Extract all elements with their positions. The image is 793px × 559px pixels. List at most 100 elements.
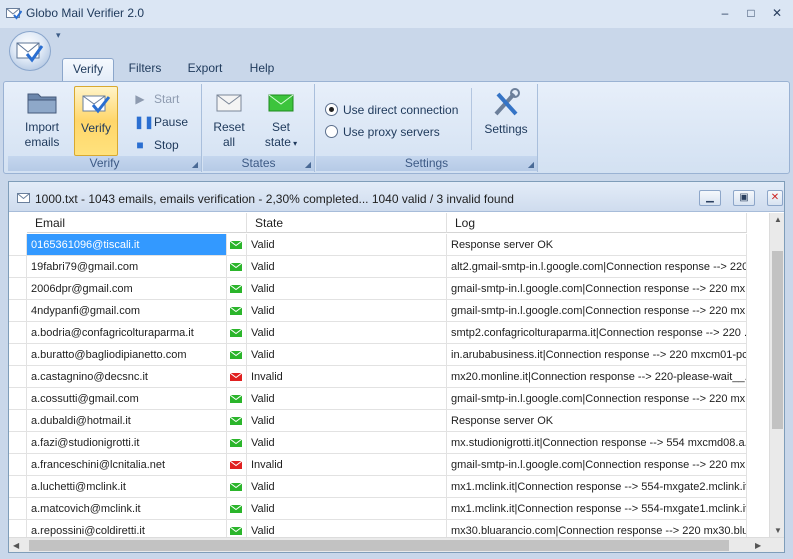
row-header[interactable]	[9, 300, 27, 322]
minimize-button[interactable]: –	[712, 4, 738, 22]
table-row[interactable]: a.matcovich@mclink.it Valid mx1.mclink.it|…	[9, 498, 769, 520]
email-cell[interactable]: a.franceschini@lcnitalia.net	[27, 454, 227, 476]
row-header[interactable]	[9, 476, 27, 498]
email-cell[interactable]: a.luchetti@mclink.it	[27, 476, 227, 498]
horizontal-scroll-thumb[interactable]	[29, 540, 729, 551]
column-header-email[interactable]: Email	[27, 213, 247, 233]
row-header[interactable]	[9, 388, 27, 410]
doc-restore-button[interactable]: ▣	[733, 190, 755, 206]
email-cell[interactable]: 2006dpr@gmail.com	[27, 278, 227, 300]
dialog-launcher-icon[interactable]: ◢	[192, 160, 198, 169]
email-cell[interactable]: 0165361096@tiscali.it	[27, 234, 227, 256]
row-header[interactable]	[9, 322, 27, 344]
state-cell[interactable]: Valid	[247, 322, 447, 344]
row-header[interactable]	[9, 344, 27, 366]
state-cell[interactable]: Valid	[247, 344, 447, 366]
state-cell[interactable]: Valid	[247, 410, 447, 432]
tab-verify[interactable]: Verify	[62, 58, 114, 82]
quick-access-dropdown-icon[interactable]: ▾	[56, 30, 61, 41]
settings-button[interactable]: Settings	[478, 86, 534, 156]
email-cell[interactable]: a.fazi@studionigrotti.it	[27, 432, 227, 454]
email-cell[interactable]: a.matcovich@mclink.it	[27, 498, 227, 520]
vertical-scroll-thumb[interactable]	[772, 251, 783, 429]
state-cell[interactable]: Valid	[247, 432, 447, 454]
log-cell[interactable]: Response server OK	[447, 410, 747, 432]
state-cell[interactable]: Valid	[247, 476, 447, 498]
use-direct-connection-radio[interactable]: Use direct connection	[325, 101, 458, 119]
application-menu-button[interactable]	[9, 31, 51, 71]
email-cell[interactable]: 4ndypanfi@gmail.com	[27, 300, 227, 322]
table-row[interactable]: 4ndypanfi@gmail.com Valid gmail-smtp-in.l.…	[9, 300, 769, 322]
log-cell[interactable]: mx.studionigrotti.it|Connection response…	[447, 432, 747, 454]
set-state-button[interactable]: Set state ▾	[259, 86, 303, 156]
state-cell[interactable]: Invalid	[247, 366, 447, 388]
table-row[interactable]: a.bodria@confagricolturaparma.it Valid smt…	[9, 322, 769, 344]
state-cell[interactable]: Valid	[247, 388, 447, 410]
scroll-right-icon[interactable]: ▶	[755, 541, 761, 550]
email-cell[interactable]: a.bodria@confagricolturaparma.it	[27, 322, 227, 344]
start-button[interactable]: ▶ Start	[134, 90, 179, 108]
vertical-scrollbar[interactable]: ▲ ▼	[769, 213, 784, 537]
row-header[interactable]	[9, 366, 27, 388]
log-cell[interactable]: in.arubabusiness.it|Connection response …	[447, 344, 747, 366]
table-row[interactable]: a.buratto@bagliodipianetto.com Valid in.ar…	[9, 344, 769, 366]
email-cell[interactable]: a.castagnino@decsnc.it	[27, 366, 227, 388]
table-row[interactable]: 2006dpr@gmail.com Valid gmail-smtp-in.l.go…	[9, 278, 769, 300]
table-row[interactable]: 0165361096@tiscali.it Valid Response serve…	[9, 234, 769, 256]
row-header[interactable]	[9, 410, 27, 432]
import-emails-button[interactable]: Import emails	[16, 86, 68, 156]
dialog-launcher-icon[interactable]: ◢	[305, 160, 311, 169]
stop-button[interactable]: ■ Stop	[134, 136, 178, 154]
log-cell[interactable]: Response server OK	[447, 234, 747, 256]
scroll-down-icon[interactable]: ▼	[774, 526, 782, 535]
log-cell[interactable]: smtp2.confagricolturaparma.it|Connection…	[447, 322, 747, 344]
scroll-left-icon[interactable]: ◀	[13, 541, 19, 550]
email-cell[interactable]: a.cossutti@gmail.com	[27, 388, 227, 410]
row-header[interactable]	[9, 278, 27, 300]
row-header[interactable]	[9, 498, 27, 520]
log-cell[interactable]: gmail-smtp-in.l.google.com|Connection re…	[447, 278, 747, 300]
row-header[interactable]	[9, 454, 27, 476]
table-row[interactable]: a.cossutti@gmail.com Valid gmail-smtp-in.l…	[9, 388, 769, 410]
horizontal-scrollbar[interactable]: ◀ ▶	[9, 537, 784, 552]
tab-export[interactable]: Export	[181, 58, 229, 82]
state-cell[interactable]: Valid	[247, 278, 447, 300]
column-header-state[interactable]: State	[247, 213, 447, 233]
log-cell[interactable]: mx1.mclink.it|Connection response --> 55…	[447, 476, 747, 498]
table-row[interactable]: a.dubaldi@hotmail.it Valid Response server…	[9, 410, 769, 432]
table-row[interactable]: a.franceschini@lcnitalia.net Invalid gmail…	[9, 454, 769, 476]
log-cell[interactable]: gmail-smtp-in.l.google.com|Connection re…	[447, 300, 747, 322]
email-cell[interactable]: a.dubaldi@hotmail.it	[27, 410, 227, 432]
pause-button[interactable]: ❚❚Pause	[134, 113, 188, 131]
doc-close-button[interactable]: ✕	[767, 190, 783, 206]
dialog-launcher-icon[interactable]: ◢	[528, 160, 534, 169]
verify-button[interactable]: Verify	[74, 86, 118, 156]
scroll-up-icon[interactable]: ▲	[774, 215, 782, 224]
email-cell[interactable]: a.buratto@bagliodipianetto.com	[27, 344, 227, 366]
reset-all-button[interactable]: Reset all	[207, 86, 251, 156]
tab-help[interactable]: Help	[242, 58, 282, 82]
state-cell[interactable]: Valid	[247, 498, 447, 520]
row-header[interactable]	[9, 432, 27, 454]
state-cell[interactable]: Valid	[247, 300, 447, 322]
email-cell[interactable]: 19fabri79@gmail.com	[27, 256, 227, 278]
log-cell[interactable]: mx20.monline.it|Connection response --> …	[447, 366, 747, 388]
doc-minimize-button[interactable]: ▁	[699, 190, 721, 206]
tab-filters[interactable]: Filters	[122, 58, 168, 82]
close-button[interactable]: ✕	[764, 4, 790, 22]
use-proxy-servers-radio[interactable]: Use proxy servers	[325, 123, 440, 141]
log-cell[interactable]: gmail-smtp-in.l.google.com|Connection re…	[447, 454, 747, 476]
column-header-log[interactable]: Log	[447, 213, 747, 233]
state-cell[interactable]: Valid	[247, 256, 447, 278]
log-cell[interactable]: mx1.mclink.it|Connection response --> 55…	[447, 498, 747, 520]
table-row[interactable]: 19fabri79@gmail.com Valid alt2.gmail-smtp-…	[9, 256, 769, 278]
row-header[interactable]	[9, 256, 27, 278]
row-header[interactable]	[9, 234, 27, 256]
table-row[interactable]: a.fazi@studionigrotti.it Valid mx.studioni…	[9, 432, 769, 454]
table-row[interactable]: a.castagnino@decsnc.it Invalid mx20.monlin…	[9, 366, 769, 388]
maximize-button[interactable]: □	[738, 4, 764, 22]
state-cell[interactable]: Valid	[247, 234, 447, 256]
log-cell[interactable]: alt2.gmail-smtp-in.l.google.com|Connecti…	[447, 256, 747, 278]
state-cell[interactable]: Invalid	[247, 454, 447, 476]
table-row[interactable]: a.luchetti@mclink.it Valid mx1.mclink.it|C…	[9, 476, 769, 498]
